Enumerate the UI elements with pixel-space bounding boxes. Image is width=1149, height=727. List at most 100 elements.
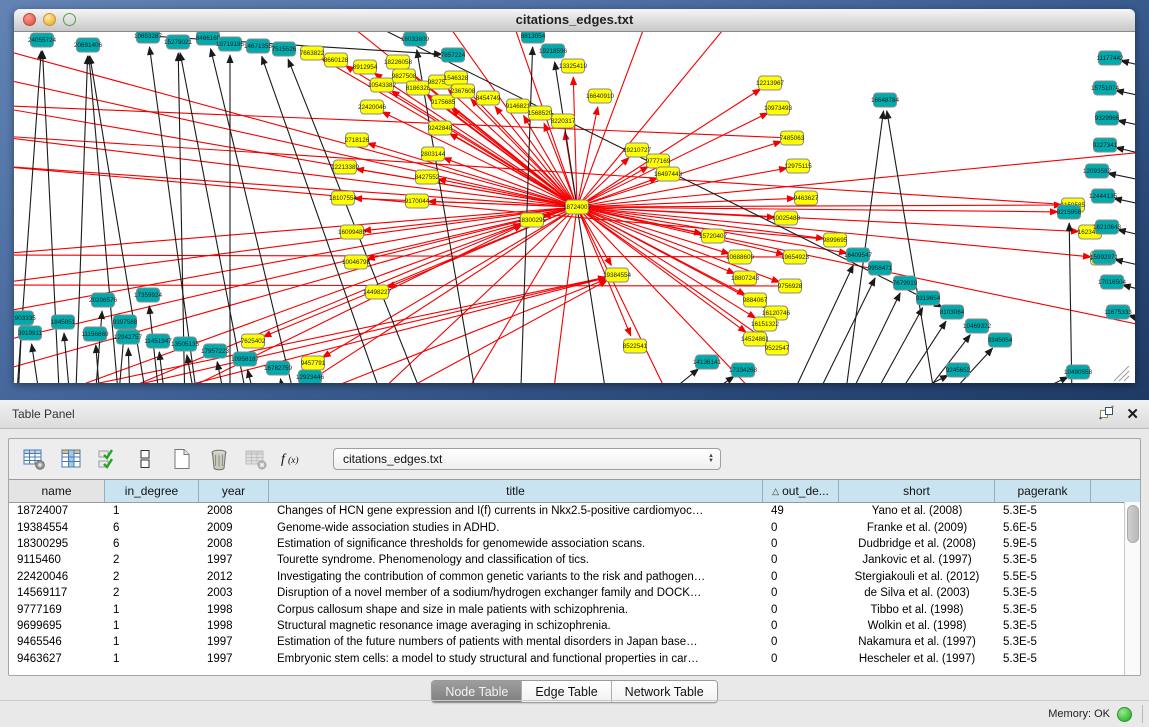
column-header-name[interactable]: name <box>9 480 105 502</box>
network-node[interactable]: 13325419 <box>559 59 588 73</box>
network-node[interactable]: 8454749 <box>476 91 501 105</box>
network-node[interactable]: 2803144 <box>421 147 446 161</box>
network-node[interactable]: 13505135 <box>171 337 200 351</box>
network-node[interactable]: 9242848 <box>428 121 453 135</box>
tab-network-table[interactable]: Network Table <box>611 681 717 702</box>
network-node[interactable]: 8813054 <box>521 32 546 43</box>
network-node[interactable]: 1568520 <box>528 106 553 120</box>
network-node[interactable]: 7857224 <box>441 48 466 62</box>
table-row[interactable]: 1456911722003Disruption of a novel membe… <box>9 585 1140 601</box>
network-node[interactable]: 16210643 <box>1093 220 1122 234</box>
new-document-icon[interactable] <box>169 446 195 472</box>
table-row[interactable]: 946362711997Embryonic stem cells: a mode… <box>9 651 1140 667</box>
network-node[interactable]: 1546328 <box>444 71 469 85</box>
network-node[interactable]: 18107554 <box>329 191 358 205</box>
network-node[interactable]: 16033809 <box>401 32 430 46</box>
network-node[interactable]: 18300295 <box>518 213 547 227</box>
network-node[interactable]: 17957223 <box>201 344 230 358</box>
network-node[interactable]: 16640910 <box>586 89 615 103</box>
scrollbar-thumb[interactable] <box>1127 505 1139 543</box>
network-node[interactable]: 15992971 <box>1090 250 1119 264</box>
network-node[interactable]: 20691406 <box>74 38 103 52</box>
delete-table-disabled-icon[interactable] <box>243 446 269 472</box>
table-row[interactable]: 1830029562008Estimation of significance … <box>9 536 1140 552</box>
network-node[interactable]: 2718126 <box>345 133 370 147</box>
table-vertical-scrollbar[interactable] <box>1124 502 1140 675</box>
network-node[interactable]: 11156869 <box>81 327 109 341</box>
network-node[interactable]: 8522541 <box>623 339 648 353</box>
network-node[interactable]: 10653287 <box>134 32 163 43</box>
network-node[interactable]: 10490558 <box>1064 365 1093 379</box>
network-node[interactable]: 9345054 <box>988 333 1013 347</box>
network-node[interactable]: 2367608 <box>451 84 476 98</box>
network-node[interactable]: 1845051 <box>51 315 76 329</box>
network-node[interactable]: 9756928 <box>778 279 803 293</box>
network-node[interactable]: 14136141 <box>693 355 722 369</box>
table-row[interactable]: 911546021997Tourette syndrome. Phenomeno… <box>9 552 1140 568</box>
network-node[interactable]: 8660128 <box>324 53 349 67</box>
network-node[interactable]: 7485063 <box>780 131 805 145</box>
table-row[interactable]: 969969511998Structural magnetic resonanc… <box>9 618 1140 634</box>
network-node[interactable]: 18724007 <box>563 200 592 214</box>
network-node[interactable]: 7625402 <box>241 334 266 348</box>
network-node[interactable]: 8215958 <box>1057 205 1082 219</box>
network-node[interactable]: 9899695 <box>823 233 848 247</box>
network-node[interactable]: 14671355 <box>244 39 273 53</box>
rows-pair-icon[interactable] <box>132 446 158 472</box>
network-node[interactable]: 22420046 <box>358 100 387 114</box>
network-node[interactable]: 14498227 <box>363 285 392 299</box>
network-node[interactable]: 24055724 <box>28 33 57 47</box>
column-header-in_degree[interactable]: in_degree <box>105 480 199 502</box>
network-node[interactable]: 8220317 <box>551 114 576 128</box>
network-node[interactable]: 17359924 <box>134 288 163 302</box>
close-panel-icon[interactable]: ✕ <box>1126 407 1139 423</box>
network-node[interactable]: 16497443 <box>654 167 683 181</box>
network-node[interactable]: 10025488 <box>772 211 801 225</box>
network-node[interactable]: 12444135 <box>1089 189 1118 203</box>
network-node[interactable]: 8427552 <box>415 170 440 184</box>
network-node[interactable]: 17016504 <box>1098 275 1127 289</box>
table-row[interactable]: 1938455462009Genome-wide association stu… <box>9 519 1140 535</box>
network-node[interactable]: 9777169 <box>646 154 671 168</box>
column-header-title[interactable]: title <box>269 480 763 502</box>
table-selector-dropdown[interactable]: citations_edges.txt ▲▼ <box>333 448 721 470</box>
network-node[interactable]: 10719195 <box>216 37 245 51</box>
network-node[interactable]: 10046798 <box>342 255 371 269</box>
network-node[interactable]: 10688609 <box>726 250 755 264</box>
network-node[interactable]: 12942757 <box>114 330 143 344</box>
network-node[interactable]: 18807243 <box>731 271 760 285</box>
network-node[interactable]: 15279021 <box>164 35 193 49</box>
network-node[interactable]: 9319654 <box>916 291 941 305</box>
network-node[interactable]: 11675333 <box>1104 305 1132 319</box>
tab-node-table[interactable]: Node Table <box>432 681 521 702</box>
network-node[interactable]: 9457791 <box>301 356 326 370</box>
function-fx-icon[interactable]: f(x) <box>280 446 306 472</box>
network-canvas[interactable]: 18724007 18300295 19384554 8912954 10543… <box>14 32 1135 383</box>
network-node[interactable]: 17334268 <box>729 363 758 377</box>
tab-edge-table[interactable]: Edge Table <box>521 681 610 702</box>
network-node[interactable]: 9522547 <box>765 341 790 355</box>
network-node[interactable]: 9245652 <box>946 363 971 377</box>
network-node[interactable]: 8103064 <box>940 305 965 319</box>
network-node[interactable]: 11903335 <box>14 311 36 325</box>
network-node[interactable]: 9463627 <box>794 191 819 205</box>
network-node[interactable]: 3919911 <box>18 326 43 340</box>
network-node[interactable]: 11177442 <box>1096 51 1124 65</box>
network-node[interactable]: 10958187 <box>231 352 260 366</box>
network-node[interactable]: 12213389 <box>331 160 360 174</box>
network-node[interactable]: 7679919 <box>893 276 918 290</box>
network-node[interactable]: 16409547 <box>844 248 873 262</box>
trash-icon[interactable] <box>206 446 232 472</box>
table-row[interactable]: 946554611997Estimation of the future num… <box>9 634 1140 650</box>
network-node[interactable]: 16099489 <box>338 225 367 239</box>
network-node[interactable]: 19654923 <box>781 250 810 264</box>
network-node[interactable]: 15720407 <box>699 229 728 243</box>
network-node[interactable]: 9884067 <box>743 293 768 307</box>
window-titlebar[interactable]: citations_edges.txt <box>14 9 1135 32</box>
network-node[interactable]: 9397588 <box>113 315 138 329</box>
table-settings-icon[interactable] <box>21 446 47 472</box>
network-node[interactable]: 7515526 <box>272 42 297 56</box>
network-node[interactable]: 10973493 <box>764 101 793 115</box>
table-row[interactable]: 977716911998Corpus callosum shape and si… <box>9 601 1140 617</box>
table-column-select-icon[interactable] <box>58 446 84 472</box>
